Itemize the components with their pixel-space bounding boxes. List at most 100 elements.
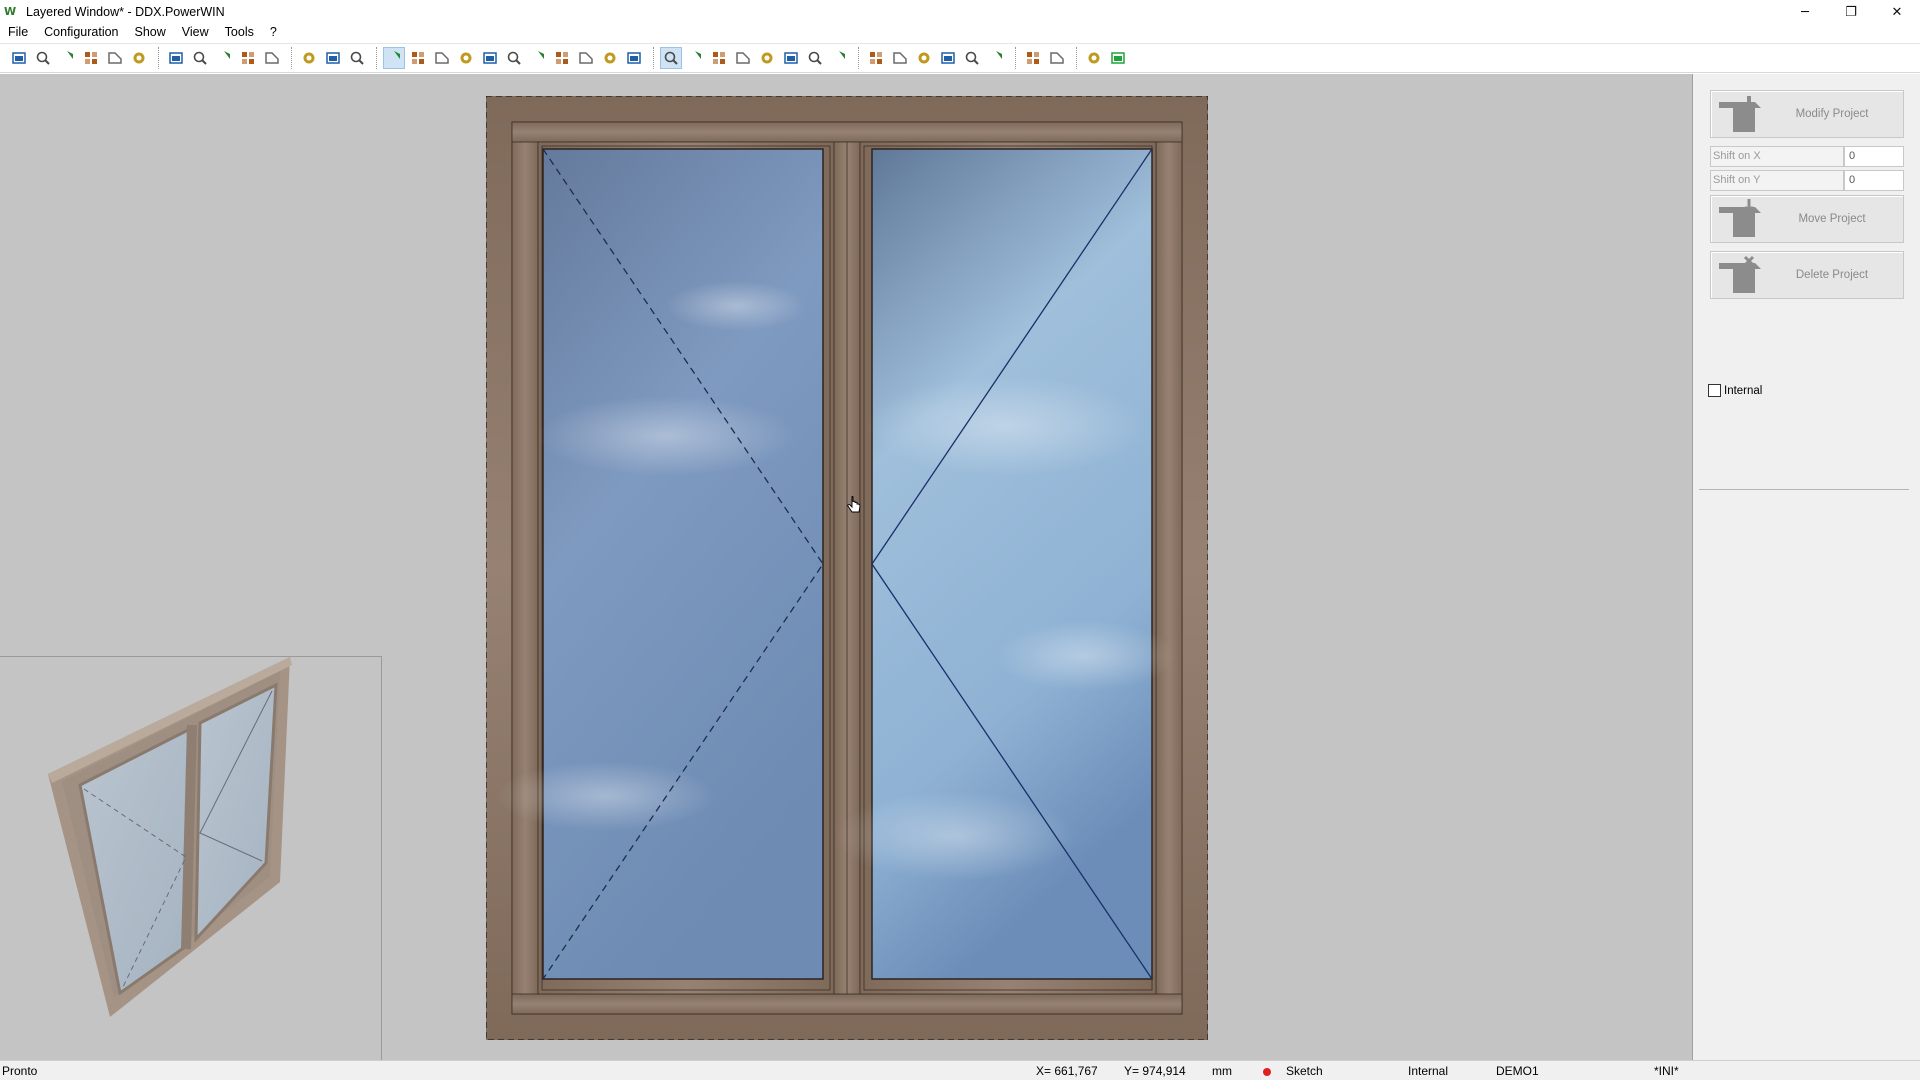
- measure-button[interactable]: [346, 47, 368, 69]
- modify-project-icon: [1711, 91, 1771, 137]
- new-icon: [12, 52, 26, 64]
- internal-checkbox-box[interactable]: [1708, 384, 1721, 397]
- status-y-coordinate: Y= 974,914: [1124, 1064, 1186, 1078]
- message-icon: [1111, 52, 1125, 64]
- split-icon: [918, 52, 930, 64]
- cut-button[interactable]: [551, 47, 573, 69]
- split-button[interactable]: [913, 47, 935, 69]
- measure-icon: [350, 51, 364, 65]
- new-button[interactable]: [8, 47, 30, 69]
- internal-view-icon: [664, 51, 678, 65]
- email-button[interactable]: [104, 47, 126, 69]
- layout-button[interactable]: [623, 47, 645, 69]
- shift-x-input[interactable]: 0: [1844, 146, 1904, 167]
- frame-sizing-button[interactable]: [599, 47, 621, 69]
- menu-help[interactable]: ?: [262, 25, 285, 39]
- pan-hand-button[interactable]: [261, 47, 283, 69]
- bars-icon: [507, 51, 521, 65]
- view-shield-outline-icon: [412, 52, 424, 64]
- status-unit: mm: [1212, 1064, 1232, 1078]
- align-bottom-button[interactable]: [804, 47, 826, 69]
- key-button[interactable]: [961, 47, 983, 69]
- view-shield-box-button[interactable]: [431, 47, 453, 69]
- zoom-window-button[interactable]: [189, 47, 211, 69]
- frame-sizing-icon: [604, 52, 616, 64]
- layout-icon: [627, 52, 641, 64]
- toolbar-separator: [858, 47, 859, 69]
- drawing-canvas[interactable]: [0, 74, 1692, 1060]
- toolbar-separator: [1015, 47, 1016, 69]
- arc-button[interactable]: [1022, 47, 1044, 69]
- menu-file[interactable]: File: [0, 25, 36, 39]
- profile-button[interactable]: [575, 47, 597, 69]
- user-button[interactable]: [1083, 47, 1105, 69]
- grid-button[interactable]: [479, 47, 501, 69]
- panel-button[interactable]: [985, 47, 1007, 69]
- window-drawing[interactable]: [486, 96, 1208, 1040]
- left-glass: [542, 148, 824, 980]
- internal-view-button[interactable]: [660, 47, 682, 69]
- menu-tools[interactable]: Tools: [217, 25, 262, 39]
- align-top-button[interactable]: [756, 47, 778, 69]
- select-element-icon: [303, 52, 315, 64]
- window-3d-preview: [48, 657, 292, 1017]
- modify-project-label: Modify Project: [1795, 108, 1869, 120]
- modify-project-button[interactable]: Modify Project: [1710, 90, 1904, 138]
- stack-button[interactable]: [937, 47, 959, 69]
- view-shield-outline-button[interactable]: [407, 47, 429, 69]
- message-button[interactable]: [1107, 47, 1129, 69]
- view-shield-green-button[interactable]: [383, 47, 405, 69]
- delete-project-icon: [1711, 252, 1771, 298]
- save-icon: [85, 52, 97, 64]
- move-project-button[interactable]: Move Project: [1710, 195, 1904, 243]
- open-button[interactable]: [56, 47, 78, 69]
- status-indicator-dot: [1263, 1068, 1271, 1076]
- toolbar-separator: [158, 47, 159, 69]
- arc-icon: [1027, 52, 1039, 64]
- arc-alt-button[interactable]: [1046, 47, 1068, 69]
- fill-button[interactable]: [828, 47, 850, 69]
- delete-project-button[interactable]: Delete Project: [1710, 251, 1904, 299]
- close-button[interactable]: ✕: [1874, 0, 1920, 24]
- align-left-button[interactable]: [684, 47, 706, 69]
- zoom-in-button[interactable]: [237, 47, 259, 69]
- profile-icon: [579, 52, 593, 64]
- fill-icon: [839, 51, 845, 59]
- corner-button[interactable]: [865, 47, 887, 69]
- internal-checkbox[interactable]: Internal: [1708, 384, 1762, 397]
- shift-y-input[interactable]: 0: [1844, 170, 1904, 191]
- menu-view[interactable]: View: [174, 25, 217, 39]
- status-view: Internal: [1408, 1064, 1449, 1078]
- menu-show[interactable]: Show: [127, 25, 174, 39]
- move-project-label: Move Project: [1798, 213, 1866, 225]
- open-template-icon: [36, 51, 50, 65]
- sash-button[interactable]: [527, 47, 549, 69]
- preview-3d-panel[interactable]: [0, 656, 382, 1060]
- select-element-button[interactable]: [298, 47, 320, 69]
- grid-icon: [483, 52, 497, 64]
- bars-button[interactable]: [503, 47, 525, 69]
- shift-y-field: Shift on Y 0: [1710, 170, 1904, 192]
- menu-configuration[interactable]: Configuration: [36, 25, 126, 39]
- sash-icon: [538, 51, 544, 59]
- select-button[interactable]: [165, 47, 187, 69]
- arc-alt-icon: [1050, 52, 1064, 64]
- open-template-button[interactable]: [32, 47, 54, 69]
- zoom-out-button[interactable]: [213, 47, 235, 69]
- status-bar: Pronto X= 661,767 Y= 974,914 mm Sketch I…: [0, 1060, 1920, 1080]
- align-middle-button[interactable]: [780, 47, 802, 69]
- export-button[interactable]: [128, 47, 150, 69]
- minimize-button[interactable]: ─: [1782, 0, 1828, 24]
- view-shield-green-icon: [394, 51, 400, 59]
- corner-alt-button[interactable]: [889, 47, 911, 69]
- drop-button[interactable]: [455, 47, 477, 69]
- frame-button[interactable]: [322, 47, 344, 69]
- align-right-button[interactable]: [732, 47, 754, 69]
- email-icon: [108, 52, 122, 64]
- maximize-button[interactable]: ❐: [1828, 0, 1874, 24]
- title-bar: W Layered Window* - DDX.PowerWIN ─ ❐ ✕: [0, 0, 1920, 24]
- zoom-out-icon: [224, 51, 230, 59]
- window-title: Layered Window* - DDX.PowerWIN: [26, 5, 225, 19]
- save-button[interactable]: [80, 47, 102, 69]
- align-center-button[interactable]: [708, 47, 730, 69]
